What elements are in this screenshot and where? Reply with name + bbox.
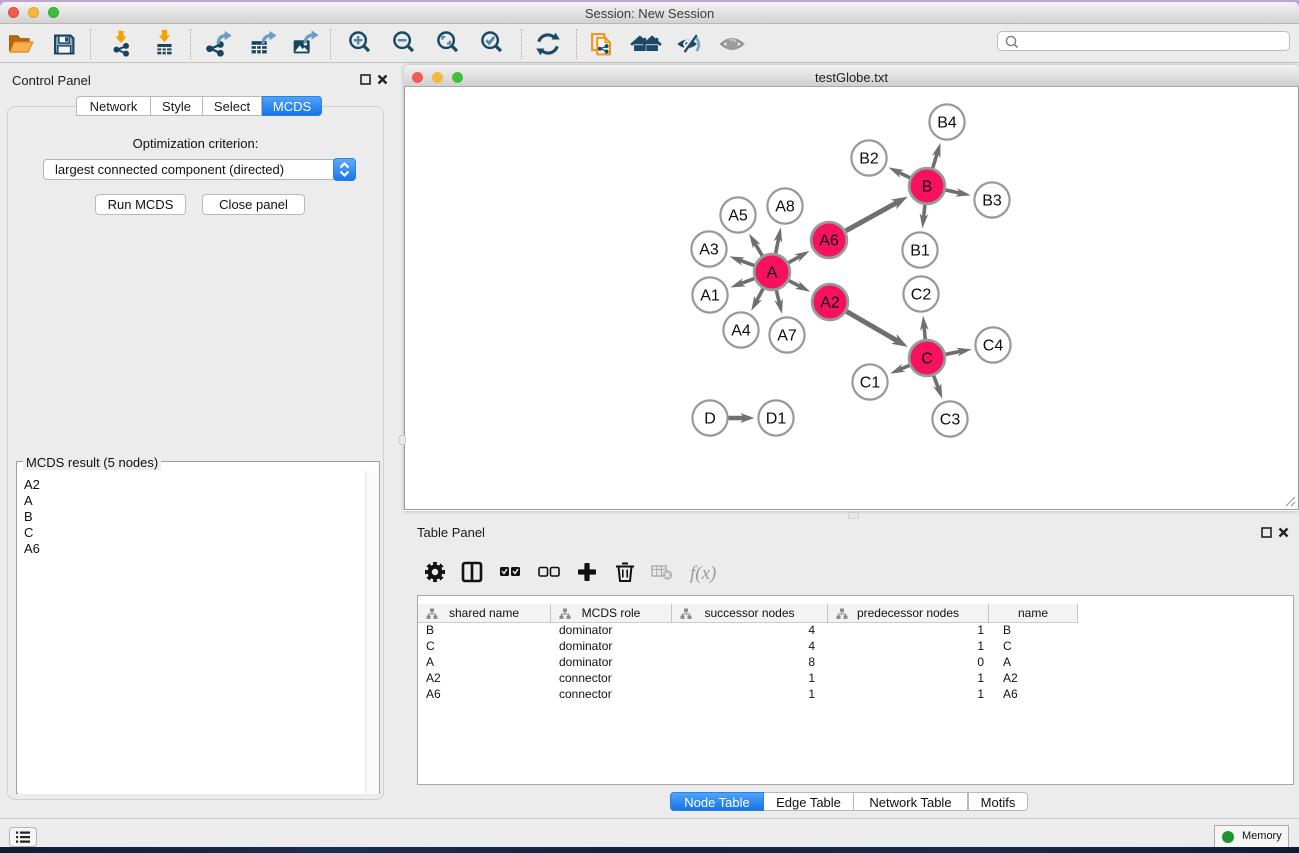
- svg-text:C3: C3: [940, 412, 961, 429]
- svg-text:C2: C2: [911, 287, 932, 304]
- svg-text:A4: A4: [731, 323, 751, 340]
- svg-text:D1: D1: [766, 411, 787, 428]
- svg-text:A5: A5: [728, 208, 748, 225]
- svg-text:B: B: [922, 179, 933, 196]
- svg-text:C: C: [921, 351, 933, 368]
- svg-text:A8: A8: [775, 199, 795, 216]
- svg-text:C4: C4: [983, 338, 1004, 355]
- svg-text:A2: A2: [820, 295, 840, 312]
- svg-text:A1: A1: [700, 288, 720, 305]
- svg-text:A7: A7: [777, 328, 797, 345]
- svg-text:A: A: [767, 265, 778, 282]
- svg-text:f(x): f(x): [690, 563, 716, 584]
- svg-text:B4: B4: [937, 115, 957, 132]
- svg-text:A6: A6: [819, 233, 839, 250]
- svg-text:C1: C1: [860, 375, 881, 392]
- svg-text:B2: B2: [859, 151, 879, 168]
- svg-text:B1: B1: [910, 243, 930, 260]
- svg-text:A3: A3: [699, 242, 719, 259]
- svg-text:D: D: [704, 411, 716, 428]
- svg-text:B3: B3: [982, 193, 1002, 210]
